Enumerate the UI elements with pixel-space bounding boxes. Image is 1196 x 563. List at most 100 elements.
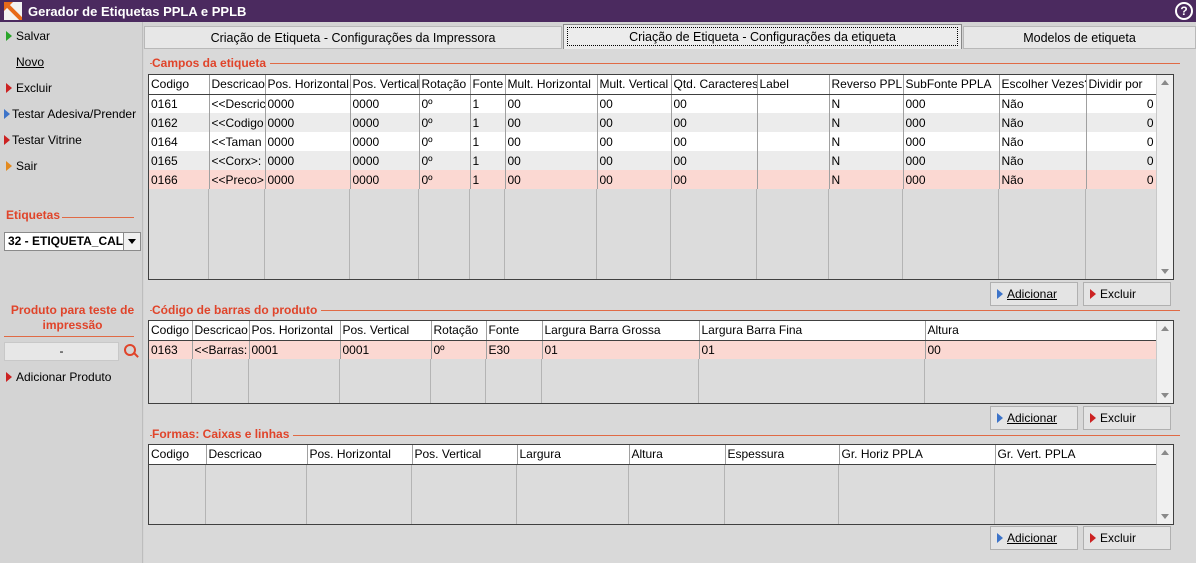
table-row[interactable]: 0165 <<Corx>: 0000 0000 0º 1 00 00 00 N … <box>149 151 1158 170</box>
column-header[interactable]: Pos. Horizontal <box>249 321 341 341</box>
campos-table: Codigo Descricao Pos. Horizontal Pos. Ve… <box>149 75 1158 189</box>
column-header[interactable]: Descricao <box>206 445 308 465</box>
play-icon <box>997 289 1003 299</box>
play-icon <box>6 372 12 382</box>
exit-button[interactable]: Sair <box>0 153 143 179</box>
play-icon <box>997 533 1003 543</box>
column-header[interactable]: Largura Barra Fina <box>699 321 926 341</box>
column-header[interactable]: Rotação <box>431 321 487 341</box>
table-header: Codigo Descricao Pos. Horizontal Pos. Ve… <box>149 321 1158 341</box>
vertical-scrollbar[interactable] <box>1156 75 1173 279</box>
divider <box>4 336 134 337</box>
sidebar: Salvar Novo Excluir Testar Adesiva/Prend… <box>0 22 143 563</box>
barras-delete-button[interactable]: Excluir <box>1083 406 1171 430</box>
table-row[interactable]: 0164 <<Taman 0000 0000 0º 1 00 00 00 N 0… <box>149 132 1158 151</box>
test-adhesive-button[interactable]: Testar Adesiva/Prender <box>0 101 143 127</box>
column-header[interactable]: Qtd. Caracteres <box>671 75 758 95</box>
play-icon <box>6 161 12 171</box>
tab-label-config[interactable]: Criação de Etiqueta - Configurações da e… <box>563 24 962 49</box>
play-icon <box>6 83 12 93</box>
title-bar: Gerador de Etiquetas PPLA e PPLB ? <box>0 0 1196 22</box>
app-logo-icon <box>4 2 22 20</box>
table-row[interactable]: 0162 <<Codigo 0000 0000 0º 1 00 00 00 N … <box>149 113 1158 132</box>
table-header: Codigo Descricao Pos. Horizontal Pos. Ve… <box>149 445 1158 465</box>
play-icon <box>1090 289 1096 299</box>
formas-delete-button[interactable]: Excluir <box>1083 526 1171 550</box>
etiquetas-section-title: Etiquetas <box>6 208 61 222</box>
column-header[interactable]: Mult. Vertical <box>597 75 672 95</box>
add-product-button[interactable]: Adicionar Produto <box>0 364 111 390</box>
formas-add-button[interactable]: Adicionar <box>990 526 1078 550</box>
main-panel: Campos da etiqueta Codigo Descricao Pos.… <box>144 49 1196 563</box>
play-icon <box>1090 533 1096 543</box>
campos-section-title: Campos da etiqueta <box>152 56 271 70</box>
column-header[interactable]: Rotação <box>419 75 471 95</box>
scroll-up-icon[interactable] <box>1157 445 1173 461</box>
formas-grid: Codigo Descricao Pos. Horizontal Pos. Ve… <box>148 444 1174 525</box>
column-header[interactable]: Pos. Vertical <box>412 445 518 465</box>
column-header[interactable]: Largura Barra Grossa <box>542 321 700 341</box>
barras-add-button[interactable]: Adicionar <box>990 406 1078 430</box>
scroll-up-icon[interactable] <box>1157 75 1173 91</box>
column-header[interactable]: Gr. Vert. PPLA <box>995 445 1158 465</box>
scroll-up-icon[interactable] <box>1157 321 1173 337</box>
column-header[interactable]: Pos. Horizontal <box>265 75 351 95</box>
scroll-down-icon[interactable] <box>1157 263 1173 279</box>
column-header[interactable]: Mult. Horizontal <box>505 75 598 95</box>
column-header[interactable]: Reverso PPLB <box>829 75 904 95</box>
column-header[interactable]: Codigo <box>149 445 207 465</box>
scroll-down-icon[interactable] <box>1157 508 1173 524</box>
chevron-down-icon[interactable] <box>123 233 140 250</box>
column-header[interactable]: Label <box>757 75 830 95</box>
column-header[interactable]: Fonte <box>470 75 506 95</box>
help-icon[interactable]: ? <box>1175 2 1193 20</box>
produto-section-title: Produto para teste de impressão <box>10 303 135 332</box>
column-header[interactable]: Altura <box>925 321 1158 341</box>
test-showcase-button[interactable]: Testar Vitrine <box>0 127 143 153</box>
table-row[interactable]: 0161 <<Descric 0000 0000 0º 1 00 00 00 N… <box>149 94 1158 113</box>
column-header[interactable]: Escolher Vezes? <box>999 75 1087 95</box>
play-icon <box>6 31 12 41</box>
formas-section-title: Formas: Caixas e linhas <box>152 427 294 441</box>
column-header[interactable]: Dividir por <box>1086 75 1158 95</box>
column-header[interactable]: Descricao <box>192 321 250 341</box>
formas-table: Codigo Descricao Pos. Horizontal Pos. Ve… <box>149 445 1158 465</box>
vertical-scrollbar[interactable] <box>1156 321 1173 403</box>
save-button[interactable]: Salvar <box>0 23 143 49</box>
column-header[interactable]: Fonte <box>486 321 543 341</box>
play-icon <box>4 109 10 119</box>
column-header[interactable]: Largura <box>517 445 630 465</box>
window-title: Gerador de Etiquetas PPLA e PPLB <box>28 3 247 19</box>
tab-printer-config[interactable]: Criação de Etiqueta - Configurações da I… <box>144 26 562 49</box>
vertical-scrollbar[interactable] <box>1156 445 1173 524</box>
new-button[interactable]: Novo <box>0 49 143 75</box>
column-header[interactable]: Espessura <box>725 445 840 465</box>
table-row-selected[interactable]: 0166 <<Preco> 0000 0000 0º 1 00 00 00 N … <box>149 170 1158 189</box>
column-header[interactable]: Codigo <box>149 75 210 95</box>
campos-delete-button[interactable]: Excluir <box>1083 282 1171 306</box>
tab-label-models[interactable]: Modelos de etiqueta <box>963 26 1196 49</box>
column-header[interactable]: Descricao <box>209 75 266 95</box>
play-icon <box>997 413 1003 423</box>
column-header[interactable]: Pos. Vertical <box>350 75 420 95</box>
campos-add-button[interactable]: Adicionar <box>990 282 1078 306</box>
divider <box>150 435 1180 436</box>
column-header[interactable]: Pos. Horizontal <box>307 445 413 465</box>
delete-button[interactable]: Excluir <box>0 75 143 101</box>
table-header: Codigo Descricao Pos. Horizontal Pos. Ve… <box>149 75 1158 95</box>
divider <box>150 63 1180 64</box>
divider <box>62 217 134 218</box>
column-header[interactable]: Codigo <box>149 321 193 341</box>
column-header[interactable]: Pos. Vertical <box>340 321 432 341</box>
search-icon[interactable] <box>124 344 138 358</box>
table-row-selected[interactable]: 0163 <<Barras: 0001 0001 0º E30 01 01 00 <box>149 340 1158 359</box>
column-header[interactable]: SubFonte PPLA <box>903 75 1000 95</box>
column-header[interactable]: Altura <box>629 445 726 465</box>
tab-bar: Criação de Etiqueta - Configurações da I… <box>144 22 1196 49</box>
product-input[interactable]: - <box>4 342 119 361</box>
play-icon <box>1090 413 1096 423</box>
play-icon <box>4 135 10 145</box>
scroll-down-icon[interactable] <box>1157 387 1173 403</box>
column-header[interactable]: Gr. Horiz PPLA <box>839 445 996 465</box>
etiquetas-select[interactable]: 32 - ETIQUETA_CALC <box>4 232 141 251</box>
